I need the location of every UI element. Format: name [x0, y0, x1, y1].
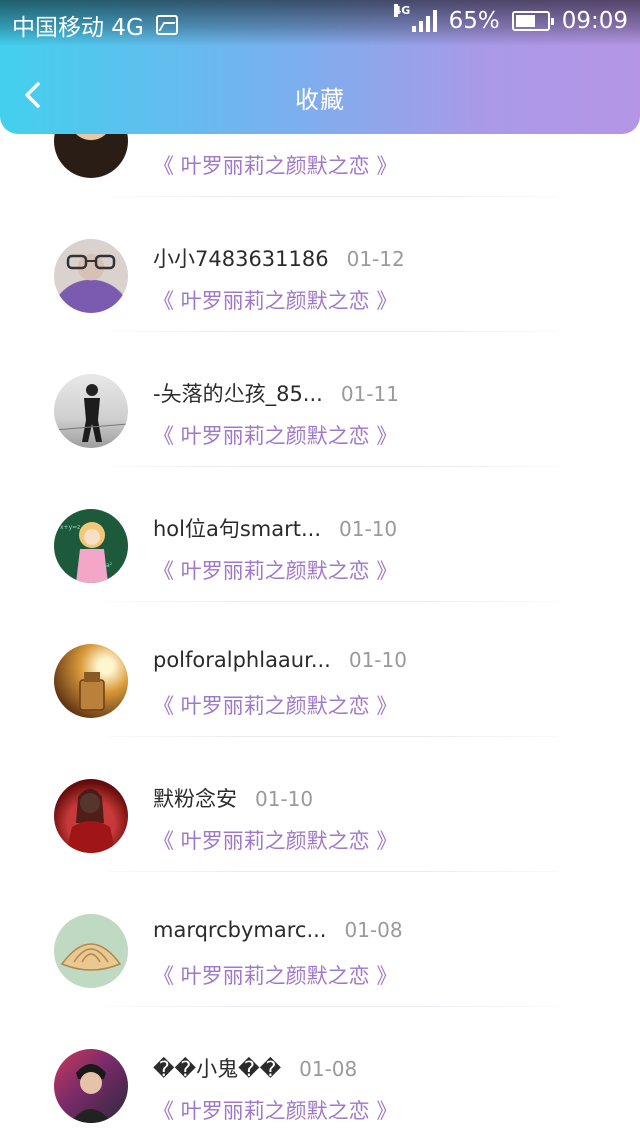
username[interactable]: 小小7483631186	[153, 243, 329, 273]
list-item[interactable]: -夨落的尐孩_85... 01-11 《 叶罗丽莉之颜默之恋 》	[0, 332, 640, 467]
favorite-title-link[interactable]: 《 叶罗丽莉之颜默之恋 》	[153, 1095, 397, 1125]
username[interactable]: ��小鬼��	[153, 1053, 281, 1083]
status-left: 中国移动 4G	[12, 8, 178, 42]
avatar[interactable]	[54, 914, 128, 988]
page-title: 收藏	[295, 86, 345, 114]
image-notification-icon	[155, 15, 178, 35]
list-item[interactable]: ��小鬼�� 01-08 《 叶罗丽莉之颜默之恋 》	[0, 1007, 640, 1138]
svg-text:a²: a²	[106, 562, 113, 569]
name-row: 默粉念安 01-10	[153, 783, 313, 813]
svg-text:x+y=z: x+y=z	[60, 524, 80, 531]
list-item[interactable]: marqrcbymarc... 01-08 《 叶罗丽莉之颜默之恋 》	[0, 872, 640, 1007]
avatar[interactable]: x+y=z a²	[54, 509, 128, 583]
date: 01-12	[346, 247, 405, 271]
favorite-title-link[interactable]: 《 叶罗丽莉之颜默之恋 》	[153, 960, 397, 990]
name-row: polforalphlaaur... 01-10	[153, 648, 407, 672]
username[interactable]: marqrcbymarc...	[153, 918, 326, 942]
name-row: hol位a句smart... 01-10	[153, 513, 397, 543]
avatar[interactable]	[54, 239, 128, 313]
favorite-title-link[interactable]: 《 叶罗丽莉之颜默之恋 》	[153, 825, 397, 855]
name-row: ��小鬼�� 01-08	[153, 1053, 357, 1083]
name-row: 小小7483631186 01-12	[153, 243, 405, 273]
battery-percent: 65%	[448, 8, 500, 34]
date: 01-11	[340, 382, 399, 406]
username[interactable]: hol位a句smart...	[153, 513, 321, 543]
battery-level	[515, 15, 536, 27]
glasses-icon	[66, 254, 116, 270]
anime-character-icon: x+y=z a²	[60, 522, 113, 583]
username[interactable]: polforalphlaaur...	[153, 648, 331, 672]
list-item[interactable]: 默粉念安 01-10 《 叶罗丽莉之颜默之恋 》	[0, 737, 640, 872]
date: 01-08	[344, 918, 403, 942]
app-screen: 《 叶罗丽莉之颜默之恋 》 小小7483631186 01-12 《 叶罗丽莉之…	[0, 0, 640, 1138]
name-row: marqrcbymarc... 01-08	[153, 918, 403, 942]
date: 01-08	[299, 1057, 358, 1081]
network-type: 4G	[393, 4, 411, 17]
date: 01-10	[339, 517, 398, 541]
person-portrait-icon	[70, 1064, 112, 1123]
favorite-title-link[interactable]: 《 叶罗丽莉之颜默之恋 》	[153, 555, 397, 585]
status-right: 4G 65% 09:09	[393, 4, 628, 34]
list-item[interactable]: polforalphlaaur... 01-10 《 叶罗丽莉之颜默之恋 》	[0, 602, 640, 737]
lighter-icon	[79, 672, 105, 711]
person-figure-icon	[54, 384, 128, 442]
seashell-icon	[60, 943, 122, 971]
anime-character-icon	[66, 789, 116, 853]
clock: 09:09	[561, 8, 628, 34]
battery-icon	[511, 11, 554, 31]
favorite-title-link[interactable]: 《 叶罗丽莉之颜默之恋 》	[153, 690, 397, 720]
avatar[interactable]	[54, 1049, 128, 1123]
favorites-list: 《 叶罗丽莉之颜默之恋 》 小小7483631186 01-12 《 叶罗丽莉之…	[0, 0, 640, 1138]
avatar[interactable]	[54, 779, 128, 853]
list-item[interactable]: 小小7483631186 01-12 《 叶罗丽莉之颜默之恋 》	[0, 197, 640, 332]
date: 01-10	[255, 787, 314, 811]
favorite-title-link[interactable]: 《 叶罗丽莉之颜默之恋 》	[153, 150, 397, 180]
favorite-title-link[interactable]: 《 叶罗丽莉之颜默之恋 》	[153, 420, 397, 450]
status-bar: 中国移动 4G 4G 65% 09:09	[0, 0, 640, 46]
list-item[interactable]: x+y=z a² hol位a句smart... 01-10 《 叶罗丽莉之颜默之…	[0, 467, 640, 602]
carrier-label: 中国移动 4G	[12, 15, 144, 41]
date: 01-10	[348, 648, 407, 672]
avatar[interactable]	[54, 374, 128, 448]
username[interactable]: 默粉念安	[153, 783, 237, 813]
name-row: -夨落的尐孩_85... 01-11	[153, 378, 399, 408]
signal-icon: 4G	[393, 4, 437, 32]
header-bar: 中国移动 4G 4G 65% 09:09 收藏	[0, 0, 640, 134]
favorite-title-link[interactable]: 《 叶罗丽莉之颜默之恋 》	[153, 285, 397, 315]
avatar[interactable]	[54, 644, 128, 718]
username[interactable]: -夨落的尐孩_85...	[153, 378, 323, 408]
